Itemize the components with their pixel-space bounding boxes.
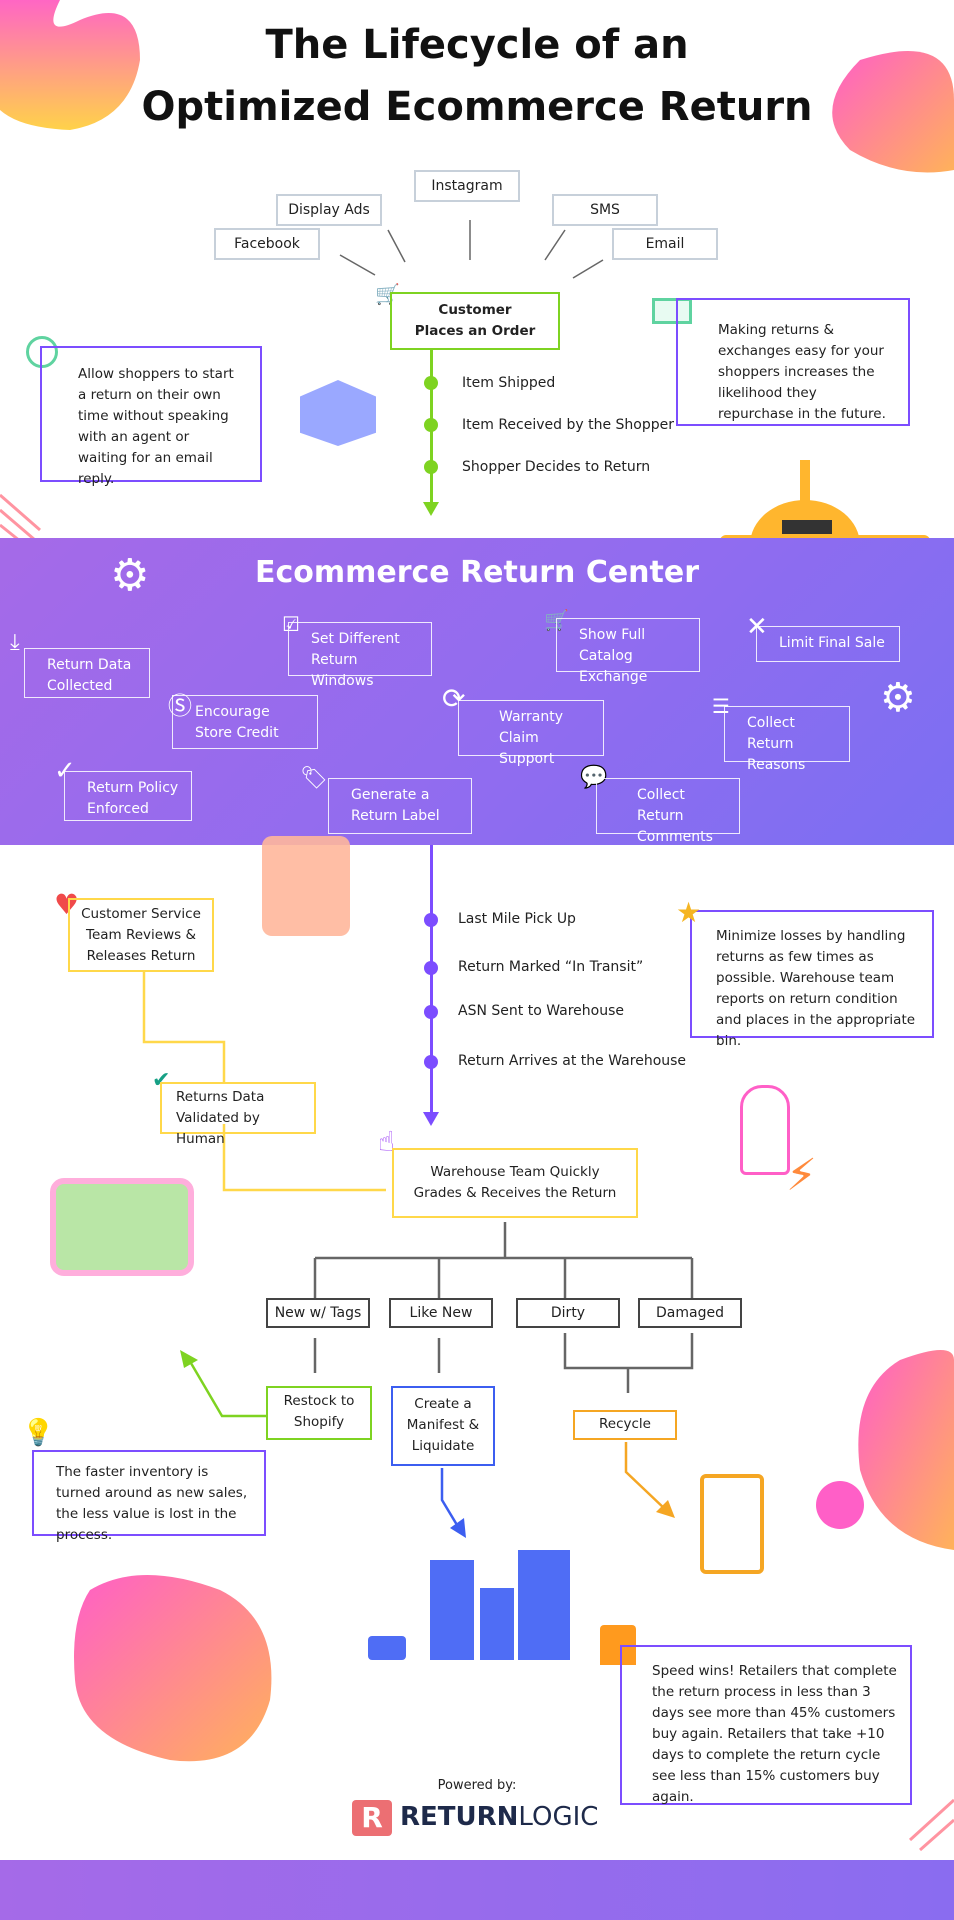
lightning-icon: ⚡: [786, 1150, 817, 1201]
timeline-dot: [424, 1055, 438, 1069]
source-arrows: [339, 220, 604, 279]
blob-bottom-left: [74, 1575, 272, 1762]
step-asn-sent: ASN Sent to Warehouse: [458, 1003, 625, 1019]
step-item-received: Item Received by the Shopper: [462, 417, 674, 433]
grade-like-new: Like New: [389, 1298, 493, 1328]
note-minimize: Minimize losses by handling returns as f…: [690, 910, 934, 1049]
footer-band: [0, 1860, 954, 1920]
source-email: Email: [612, 228, 718, 260]
tag-icon: 🏷: [300, 766, 328, 791]
source-instagram: Instagram: [414, 170, 520, 202]
truck-icon: [50, 1178, 194, 1276]
grade-dirty: Dirty: [516, 1298, 620, 1328]
gears-icon: ⚙: [880, 675, 916, 721]
service-validated-box: Returns Data Validated by Human: [160, 1082, 316, 1147]
feature-catalog-exchange: Show Full Catalog Exchange: [556, 618, 700, 685]
grade-new-with-tags: New w/ Tags: [266, 1298, 370, 1328]
order-label-2: Places an Order: [414, 323, 536, 339]
brand-light: LOGIC: [518, 1802, 599, 1832]
service-review-box: Customer Service Team Reviews & Releases…: [68, 898, 214, 972]
powered-by-label: Powered by:: [437, 1778, 517, 1793]
order-box: Customer Places an Order: [390, 292, 560, 350]
step-decides-return: Shopper Decides to Return: [462, 459, 651, 475]
buildings-icon: [368, 1550, 570, 1660]
warehouse-box: Warehouse Team Quickly Grades & Receives…: [392, 1148, 638, 1218]
brand-bold: RETURN: [400, 1802, 519, 1832]
feature-limit-final-sale: Limit Final Sale: [756, 626, 900, 662]
arrow-down-icon: [423, 502, 439, 516]
returnlogic-wordmark: RETURNLOGIC: [400, 1802, 598, 1832]
feature-return-windows: Set Different Return Windows: [288, 622, 432, 689]
timeline-dot: [424, 418, 438, 432]
scooter-delivery-icon: [262, 836, 350, 936]
step-last-mile: Last Mile Pick Up: [458, 911, 576, 927]
timeline-dot: [424, 460, 438, 474]
page-title-line2: Optimized Ecommerce Return: [141, 84, 813, 130]
timeline-dot: [424, 913, 438, 927]
note-repurchase: Making returns & exchanges easy for your…: [676, 298, 910, 426]
timeline-dot: [424, 961, 438, 975]
source-facebook: Facebook: [214, 228, 320, 260]
grade-damaged: Damaged: [638, 1298, 742, 1328]
returnlogic-logo-icon: R: [352, 1800, 392, 1836]
feature-policy-enforced: Return Policy Enforced: [64, 771, 192, 821]
page-title-line1: The Lifecycle of an: [265, 22, 689, 68]
blob-mid-right: [858, 1350, 954, 1550]
feature-return-data: Return Data Collected: [24, 648, 150, 698]
feature-return-reasons: Collect Return Reasons: [724, 706, 850, 773]
feature-warranty-claim: Warranty Claim Support: [458, 700, 604, 767]
note-self-service: Allow shoppers to start a return on thei…: [40, 346, 262, 487]
download-icon: ⤓: [10, 630, 20, 655]
timeline-purple: [430, 845, 433, 1115]
star-icon: ★: [676, 896, 702, 929]
step-in-transit: Return Marked “In Transit”: [458, 959, 644, 975]
feature-return-label: Generate a Return Label: [328, 778, 472, 834]
note-inventory: The faster inventory is turned around as…: [32, 1450, 266, 1543]
recycle-bin-icon: [700, 1474, 764, 1574]
lightbulb-icon: 💡: [22, 1418, 55, 1448]
feature-return-comments: Collect Return Comments: [596, 778, 740, 845]
step-arrives-warehouse: Return Arrives at the Warehouse: [458, 1053, 687, 1069]
dot-pink: [816, 1481, 864, 1529]
worker-icon: [740, 1085, 790, 1175]
timeline-dot: [424, 376, 438, 390]
feature-store-credit: Encourage Store Credit: [172, 695, 318, 749]
order-label-1: Customer: [438, 302, 512, 318]
step-item-shipped: Item Shipped: [462, 375, 556, 391]
arrow-down-icon: [423, 1112, 439, 1126]
gears-icon: ⚙: [110, 550, 150, 601]
timeline-dot: [424, 1005, 438, 1019]
